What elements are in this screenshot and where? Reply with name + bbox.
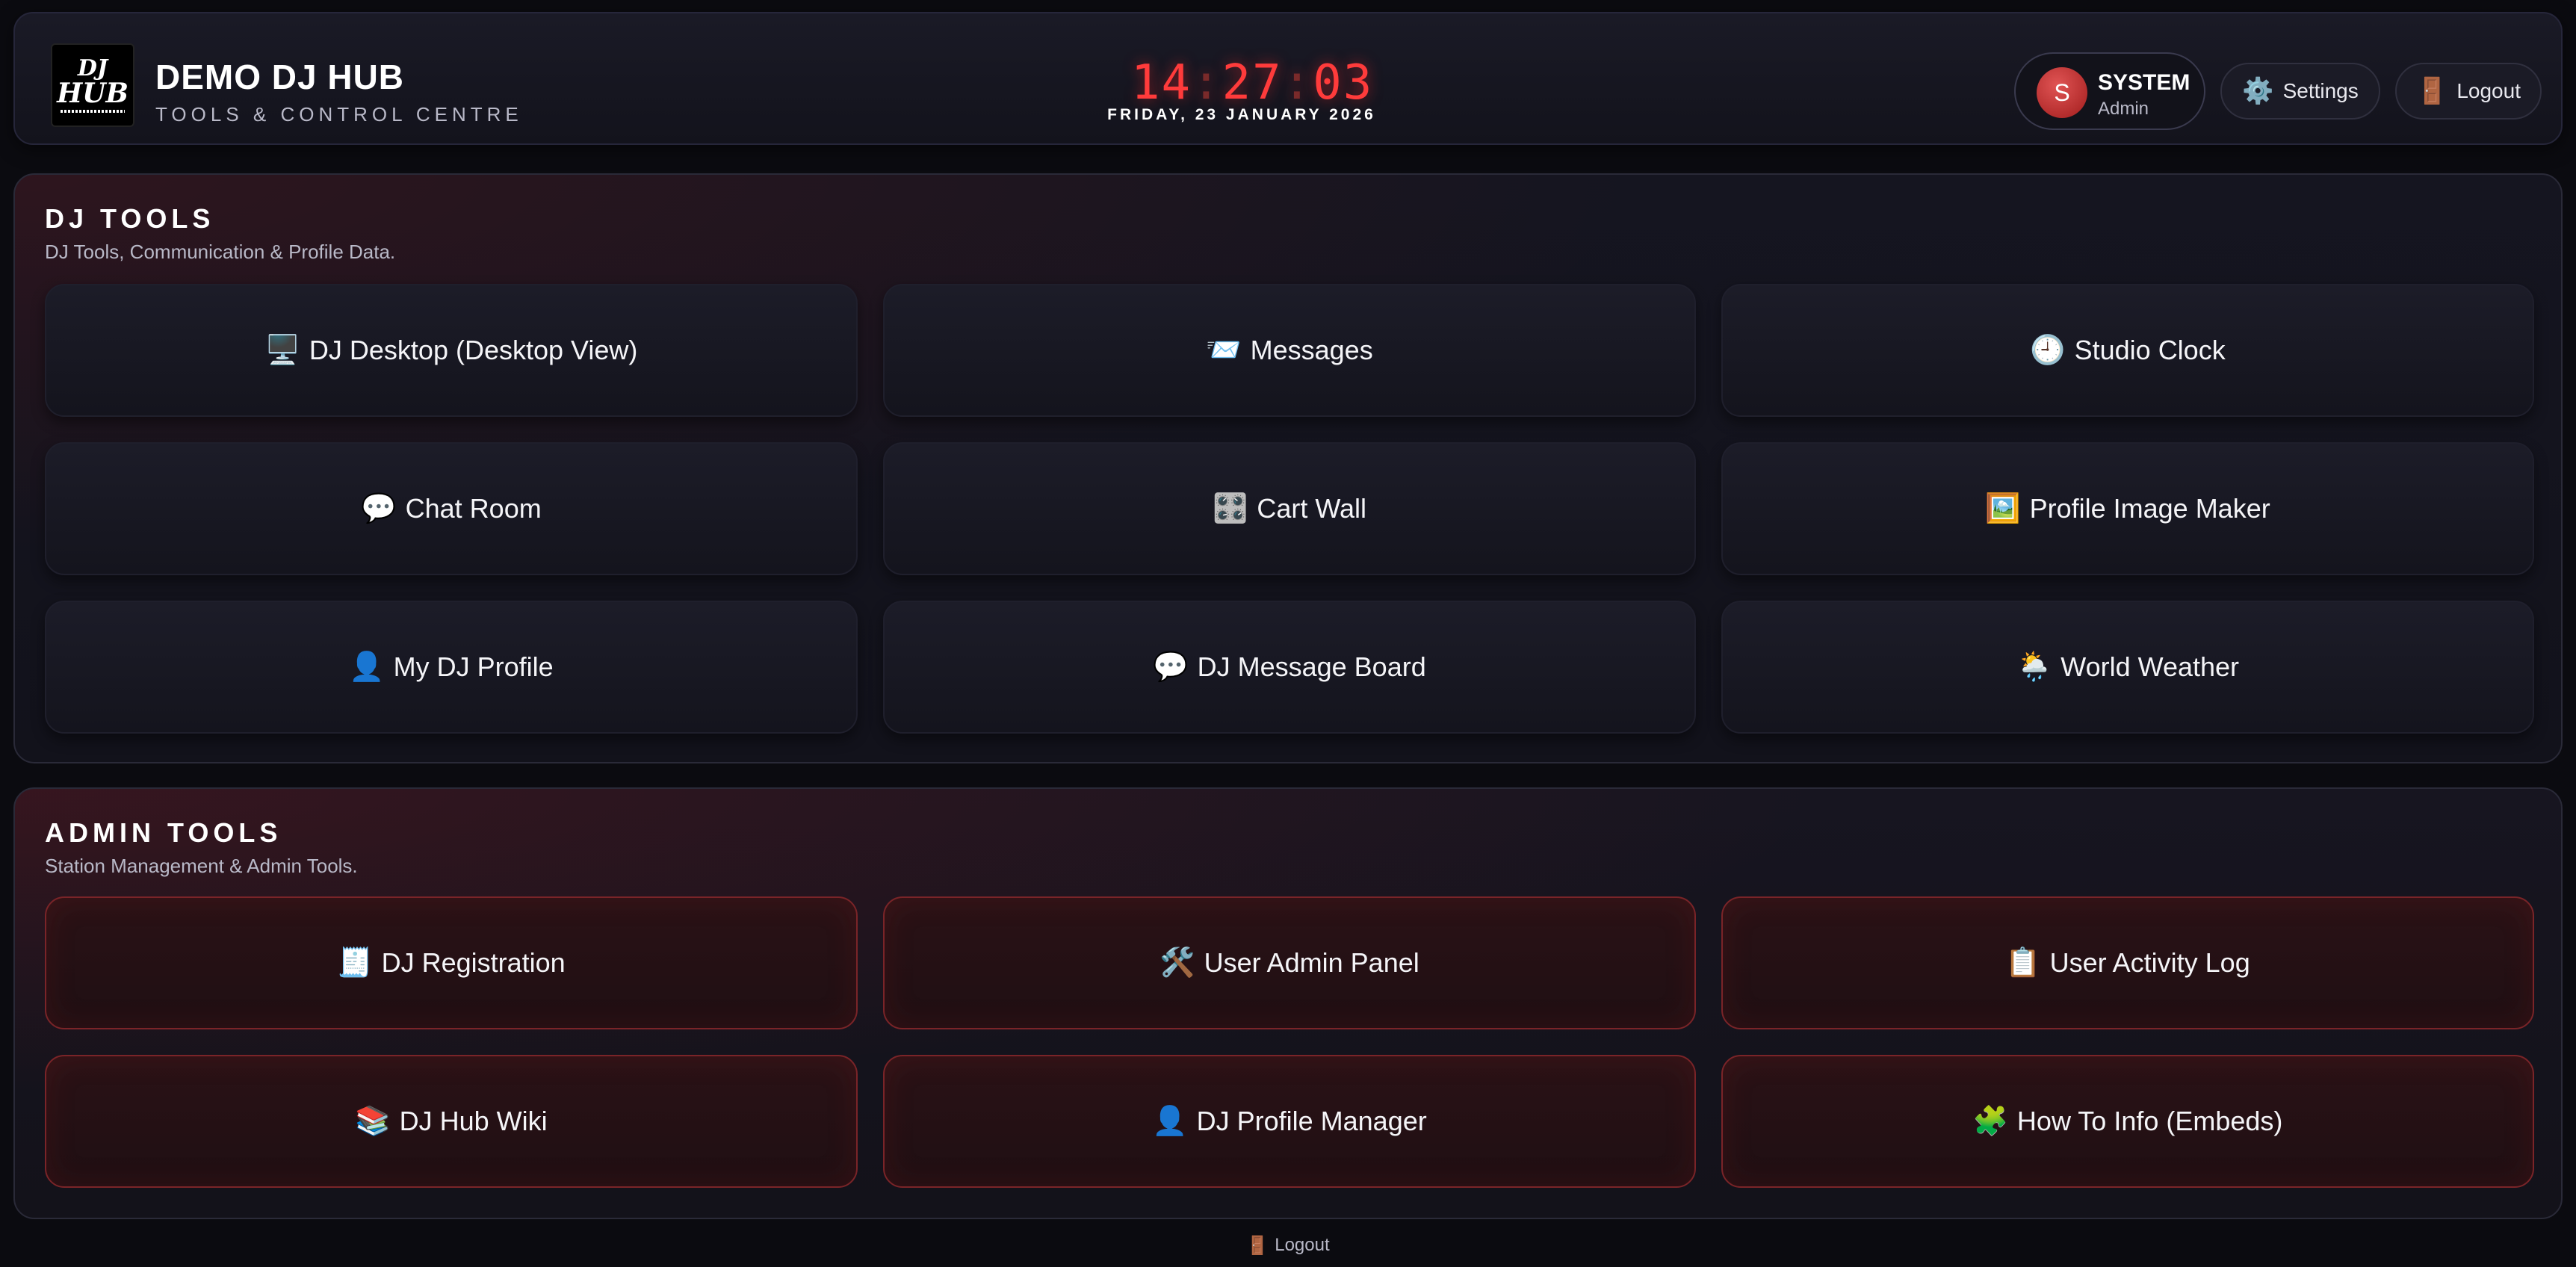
tile-label: How To Info (Embeds) — [2016, 1106, 2283, 1136]
tile-label: Studio Clock — [2074, 335, 2226, 365]
envelope-icon: 📨 — [1206, 335, 1242, 366]
speech-bubble-icon: 💬 — [361, 493, 397, 524]
logo-stripe — [61, 110, 125, 113]
section-title: ADMIN TOOLS — [45, 817, 282, 848]
tile-cart-wall[interactable]: 🎛️ Cart Wall — [883, 442, 1696, 575]
tile-label: User Admin Panel — [1204, 947, 1419, 978]
tile-dj-message-board[interactable]: 💬 DJ Message Board — [883, 601, 1696, 734]
tile-label: DJ Message Board — [1197, 651, 1426, 682]
tile-label: User Activity Log — [2049, 947, 2250, 978]
tile-chat-room[interactable]: 💬 Chat Room — [45, 442, 858, 575]
tile-label: Profile Image Maker — [2029, 493, 2270, 524]
user-name: SYSTEM — [2098, 70, 2190, 95]
tile-user-admin-panel[interactable]: 🛠️ User Admin Panel — [883, 896, 1696, 1029]
current-date: FRIDAY, 23 JANUARY 2026 — [1107, 106, 1376, 123]
clock-seconds: 03 — [1313, 55, 1374, 111]
user-role: Admin — [2098, 99, 2149, 119]
tile-label: DJ Desktop (Desktop View) — [309, 335, 638, 365]
gear-icon: ⚙️ — [2242, 77, 2274, 105]
tile-label: DJ Hub Wiki — [399, 1106, 548, 1136]
clipboard-icon: 📋 — [2005, 947, 2041, 979]
settings-button[interactable]: ⚙️ Settings — [2220, 63, 2380, 120]
section-subtitle: Station Management & Admin Tools. — [45, 855, 358, 877]
desktop-icon: 🖥️ — [264, 335, 300, 366]
tile-my-dj-profile[interactable]: 👤 My DJ Profile — [45, 601, 858, 734]
tile-dj-desktop[interactable]: 🖥️ DJ Desktop (Desktop View) — [45, 284, 858, 417]
tile-label: Messages — [1250, 335, 1373, 365]
dj-tools-panel: DJ TOOLS DJ Tools, Communication & Profi… — [13, 173, 2563, 763]
tools-icon: 🛠️ — [1159, 947, 1195, 979]
tile-studio-clock[interactable]: 🕘 Studio Clock — [1721, 284, 2534, 417]
logo-text-bottom: HUB — [57, 78, 129, 109]
clock-icon: 🕘 — [2030, 335, 2066, 366]
tile-label: World Weather — [2061, 651, 2240, 682]
framed-picture-icon: 🖼️ — [1985, 493, 2021, 524]
tile-label: DJ Profile Manager — [1196, 1106, 1427, 1136]
clock-hours: 14 — [1131, 55, 1192, 111]
user-badge[interactable]: S SYSTEM Admin — [2014, 52, 2205, 130]
tile-label: My DJ Profile — [393, 651, 554, 682]
tile-messages[interactable]: 📨 Messages — [883, 284, 1696, 417]
avatar: S — [2037, 67, 2087, 118]
clock-separator: : — [1192, 55, 1222, 111]
app-title: DEMO DJ HUB — [155, 58, 405, 96]
speech-bubble-icon: 💬 — [1153, 651, 1189, 683]
weather-icon: 🌦️ — [2016, 651, 2052, 683]
tile-label: DJ Registration — [381, 947, 566, 978]
puzzle-piece-icon: 🧩 — [1972, 1106, 2008, 1137]
digital-clock: 14:27:03 — [1131, 55, 1372, 111]
admin-tools-panel: ADMIN TOOLS Station Management & Admin T… — [13, 787, 2563, 1219]
logo-text-top: DJ — [77, 55, 108, 81]
footer-logout-label: Logout — [1275, 1235, 1330, 1255]
receipt-icon: 🧾 — [337, 947, 373, 979]
tile-how-to-info[interactable]: 🧩 How To Info (Embeds) — [1721, 1055, 2534, 1188]
tile-dj-hub-wiki[interactable]: 📚 DJ Hub Wiki — [45, 1055, 858, 1188]
tile-label: Cart Wall — [1257, 493, 1366, 524]
footer-logout-link[interactable]: 🚪 Logout — [1243, 1231, 1333, 1260]
logout-button[interactable]: 🚪 Logout — [2395, 63, 2542, 120]
section-subtitle: DJ Tools, Communication & Profile Data. — [45, 241, 396, 263]
tile-user-activity-log[interactable]: 📋 User Activity Log — [1721, 896, 2534, 1029]
tile-dj-registration[interactable]: 🧾 DJ Registration — [45, 896, 858, 1029]
tile-label: Chat Room — [405, 493, 542, 524]
dj-hub-logo: DJ HUB — [51, 43, 134, 127]
settings-label: Settings — [2282, 79, 2359, 102]
clock-separator: : — [1282, 55, 1313, 111]
door-icon: 🚪 — [1246, 1235, 1269, 1256]
door-icon: 🚪 — [2416, 77, 2448, 105]
tile-world-weather[interactable]: 🌦️ World Weather — [1721, 601, 2534, 734]
tile-profile-image-maker[interactable]: 🖼️ Profile Image Maker — [1721, 442, 2534, 575]
app-subtitle: TOOLS & CONTROL CENTRE — [155, 103, 523, 126]
tile-dj-profile-manager[interactable]: 👤 DJ Profile Manager — [883, 1055, 1696, 1188]
logout-label: Logout — [2456, 79, 2521, 102]
section-title: DJ TOOLS — [45, 203, 215, 234]
user-icon: 👤 — [349, 651, 385, 683]
books-icon: 📚 — [355, 1106, 391, 1137]
clock-minutes: 27 — [1222, 55, 1283, 111]
control-knobs-icon: 🎛️ — [1213, 493, 1248, 524]
top-bar: DJ HUB DEMO DJ HUB TOOLS & CONTROL CENTR… — [13, 12, 2563, 145]
user-icon: 👤 — [1152, 1106, 1188, 1137]
